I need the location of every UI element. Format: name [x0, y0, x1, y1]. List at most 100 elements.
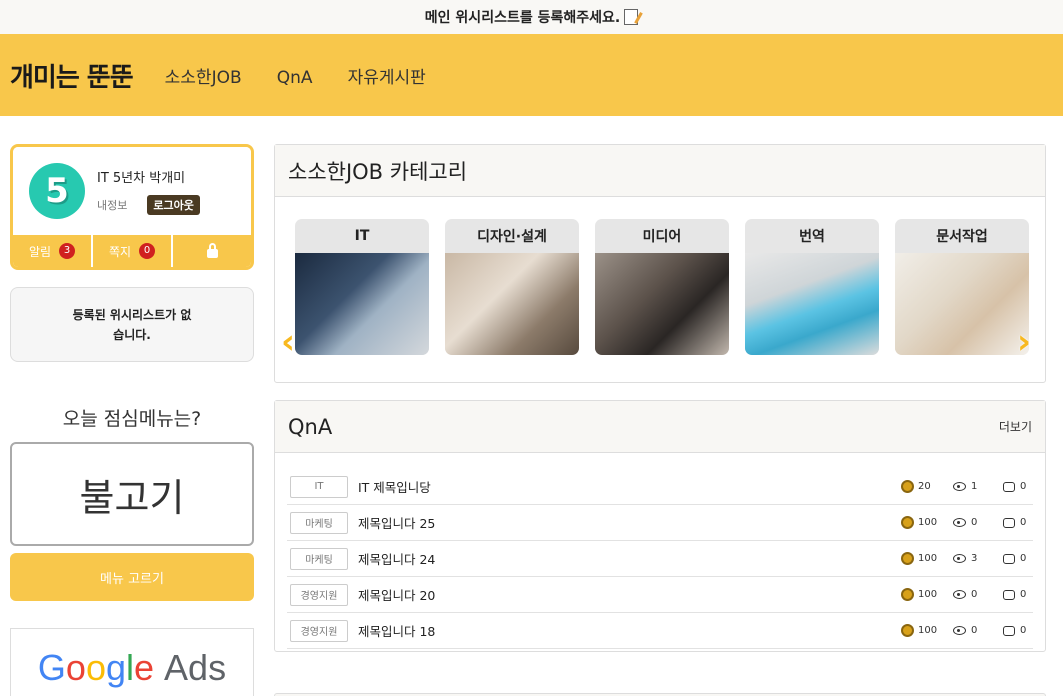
- category-carousel: IT 디자인·설계 미디어 번역 문서작업 ‹ ›: [275, 197, 1045, 382]
- qna-more-link[interactable]: 더보기: [999, 418, 1032, 435]
- carousel-next-icon[interactable]: ›: [1017, 325, 1039, 361]
- memo-icon: [624, 9, 639, 25]
- category-label: 문서작업: [936, 229, 988, 245]
- coin-count: 100: [918, 625, 938, 636]
- qna-row[interactable]: 경영지원 제목입니다 18 100 0 0: [287, 613, 1033, 649]
- qna-tag: 마케팅: [290, 547, 348, 570]
- category-image-keyboard: [745, 253, 879, 355]
- category-panel: 소소한JOB 카테고리 IT 디자인·설계 미디어 번역 문서작업 ‹ ›: [274, 144, 1046, 383]
- carousel-prev-icon[interactable]: ‹: [281, 325, 303, 361]
- myinfo-link[interactable]: 내정보: [97, 197, 127, 213]
- qna-panel-title: QnA: [288, 414, 333, 439]
- logout-button[interactable]: 로그아웃: [147, 195, 200, 215]
- alarm-count-badge: 3: [59, 243, 76, 259]
- category-image-drawing: [445, 253, 579, 355]
- lock-button[interactable]: [173, 235, 251, 267]
- category-card-it[interactable]: IT: [295, 219, 429, 355]
- alarm-button[interactable]: 알림 3: [13, 235, 93, 267]
- message-count-badge: 0: [139, 243, 156, 259]
- coin-icon: [901, 516, 914, 529]
- comment-count: 0: [1020, 553, 1027, 564]
- nav-item-job[interactable]: 소소한JOB: [165, 68, 242, 88]
- wishlist-notice-text: 메인 위시리스트를 등록해주세요.: [424, 10, 621, 26]
- view-count: 1: [971, 481, 978, 492]
- category-image-writing: [895, 253, 1029, 355]
- comment-count: 0: [1020, 589, 1027, 600]
- qna-title[interactable]: IT 제목입니당: [358, 477, 901, 496]
- main-nav: 소소한JOB QnA 자유게시판: [165, 63, 456, 88]
- coin-icon: [901, 624, 914, 637]
- category-label: IT: [354, 228, 370, 244]
- view-count: 3: [971, 553, 978, 564]
- qna-row[interactable]: 마케팅 제목입니다 24 100 3 0: [287, 541, 1033, 577]
- category-card-media[interactable]: 미디어: [595, 219, 729, 355]
- coin-icon: [901, 552, 914, 565]
- comment-icon: [1003, 553, 1015, 564]
- alarm-label: 알림: [28, 244, 52, 259]
- comment-count: 0: [1020, 625, 1027, 636]
- pick-menu-button[interactable]: 메뉴 고르기: [10, 553, 254, 601]
- qna-title[interactable]: 제목입니다 20: [358, 585, 901, 604]
- eye-icon: [953, 626, 966, 635]
- comment-icon: [1003, 517, 1015, 528]
- coin-count: 100: [918, 517, 938, 528]
- coin-icon: [901, 480, 914, 493]
- view-count: 0: [971, 625, 978, 636]
- wishlist-empty-text: 등록된 위시리스트가 없습니다.: [72, 307, 192, 342]
- qna-row[interactable]: 마케팅 제목입니다 25 100 0 0: [287, 505, 1033, 541]
- eye-icon: [953, 554, 966, 563]
- qna-tag: 경영지원: [290, 619, 348, 642]
- qna-tag: 마케팅: [290, 511, 348, 534]
- site-header: 개미는 뚠뚠 소소한JOB QnA 자유게시판: [0, 34, 1063, 116]
- coin-count: 20: [918, 481, 931, 492]
- comment-count: 0: [1020, 481, 1027, 492]
- lock-icon: [206, 242, 218, 258]
- eye-icon: [953, 590, 966, 599]
- category-label: 디자인·설계: [477, 229, 547, 245]
- lunch-title: 오늘 점심메뉴는?: [62, 408, 202, 430]
- comment-icon: [1003, 589, 1015, 600]
- category-label: 미디어: [642, 229, 682, 245]
- eye-icon: [953, 518, 966, 527]
- coin-icon: [901, 588, 914, 601]
- view-count: 0: [971, 589, 978, 600]
- sidebar: 5 IT 5년차 박개미 내정보 로그아웃 알림 3 쪽지 0 등록된 위시리스…: [10, 144, 254, 696]
- google-ads-banner[interactable]: Google Ads: [10, 628, 254, 696]
- qna-title[interactable]: 제목입니다 24: [358, 549, 901, 568]
- eye-icon: [953, 482, 966, 491]
- qna-title[interactable]: 제목입니다 25: [358, 513, 901, 532]
- qna-tag: IT: [290, 475, 348, 498]
- wishlist-box: 등록된 위시리스트가 없습니다.: [10, 287, 254, 362]
- qna-row[interactable]: 경영지원 제목입니다 20 100 0 0: [287, 577, 1033, 613]
- category-card-design[interactable]: 디자인·설계: [445, 219, 579, 355]
- nav-item-free-board[interactable]: 자유게시판: [348, 68, 426, 88]
- comment-count: 0: [1020, 517, 1027, 528]
- google-ads-logo: Google: [37, 647, 155, 688]
- category-card-document[interactable]: 문서작업: [895, 219, 1029, 355]
- coin-count: 100: [918, 589, 938, 600]
- qna-title[interactable]: 제목입니다 18: [358, 621, 901, 640]
- category-image-laptop: [295, 253, 429, 355]
- ads-text: Ads: [164, 647, 227, 688]
- wishlist-notice-bar[interactable]: 메인 위시리스트를 등록해주세요.: [0, 0, 1063, 34]
- qna-tag: 경영지원: [290, 583, 348, 606]
- message-button[interactable]: 쪽지 0: [93, 235, 173, 267]
- category-image-clapperboard: [595, 253, 729, 355]
- site-logo[interactable]: 개미는 뚠뚠: [10, 57, 134, 94]
- qna-panel: QnA 더보기 IT IT 제목입니당 20 1 0 마케팅 제목입니다 25 …: [274, 400, 1046, 652]
- comment-icon: [1003, 625, 1015, 636]
- nav-item-qna[interactable]: QnA: [277, 68, 313, 88]
- category-card-translation[interactable]: 번역: [745, 219, 879, 355]
- qna-row[interactable]: IT IT 제목입니당 20 1 0: [287, 469, 1033, 505]
- category-label: 번역: [799, 229, 825, 245]
- lunch-menu-display: 불고기: [10, 442, 254, 546]
- profile-card: 5 IT 5년차 박개미 내정보 로그아웃 알림 3 쪽지 0: [10, 144, 254, 270]
- level-badge: 5: [29, 163, 85, 219]
- message-label: 쪽지: [108, 244, 132, 259]
- coin-count: 100: [918, 553, 938, 564]
- main-content: 소소한JOB 카테고리 IT 디자인·설계 미디어 번역 문서작업 ‹ › Qn…: [274, 144, 1046, 696]
- comment-icon: [1003, 481, 1015, 492]
- category-panel-title: 소소한JOB 카테고리: [288, 159, 468, 184]
- profile-name: IT 5년차 박개미: [97, 171, 186, 186]
- view-count: 0: [971, 517, 978, 528]
